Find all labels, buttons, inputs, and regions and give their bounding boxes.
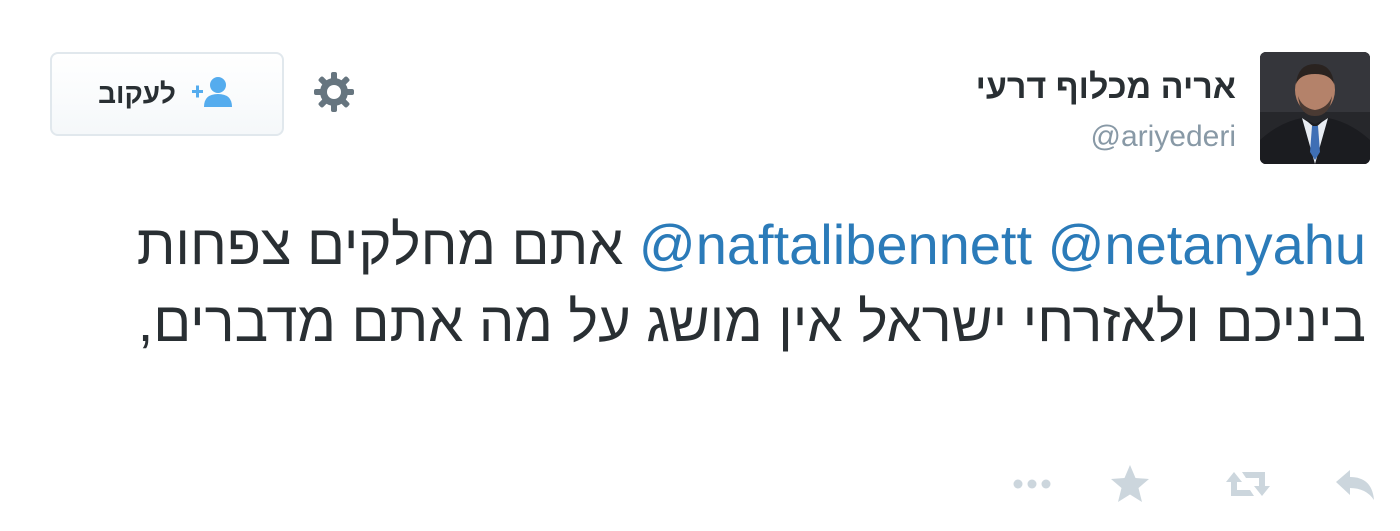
add-user-icon — [190, 75, 236, 114]
retweet-icon[interactable] — [1224, 462, 1272, 506]
avatar-photo — [1260, 52, 1370, 164]
profile-name[interactable]: אריה מכלוף דרעי — [976, 68, 1236, 107]
follow-button-label: לעקוב — [98, 78, 176, 109]
tweet-actions — [950, 462, 1380, 506]
profile-handle[interactable]: @ariyederi — [1090, 120, 1236, 154]
reply-icon[interactable] — [1332, 462, 1380, 506]
favorite-icon[interactable] — [1106, 462, 1154, 506]
mention-link[interactable]: @naftalibennett — [639, 213, 1032, 276]
mention-link[interactable]: @netanyahu — [1048, 213, 1366, 276]
avatar[interactable] — [1260, 52, 1370, 164]
follow-button[interactable]: לעקוב — [50, 52, 284, 136]
gear-icon[interactable] — [312, 70, 356, 114]
more-icon[interactable] — [1008, 462, 1056, 506]
tweet-text: @netanyahu @naftalibennett אתם מחלקים צפ… — [106, 206, 1366, 360]
